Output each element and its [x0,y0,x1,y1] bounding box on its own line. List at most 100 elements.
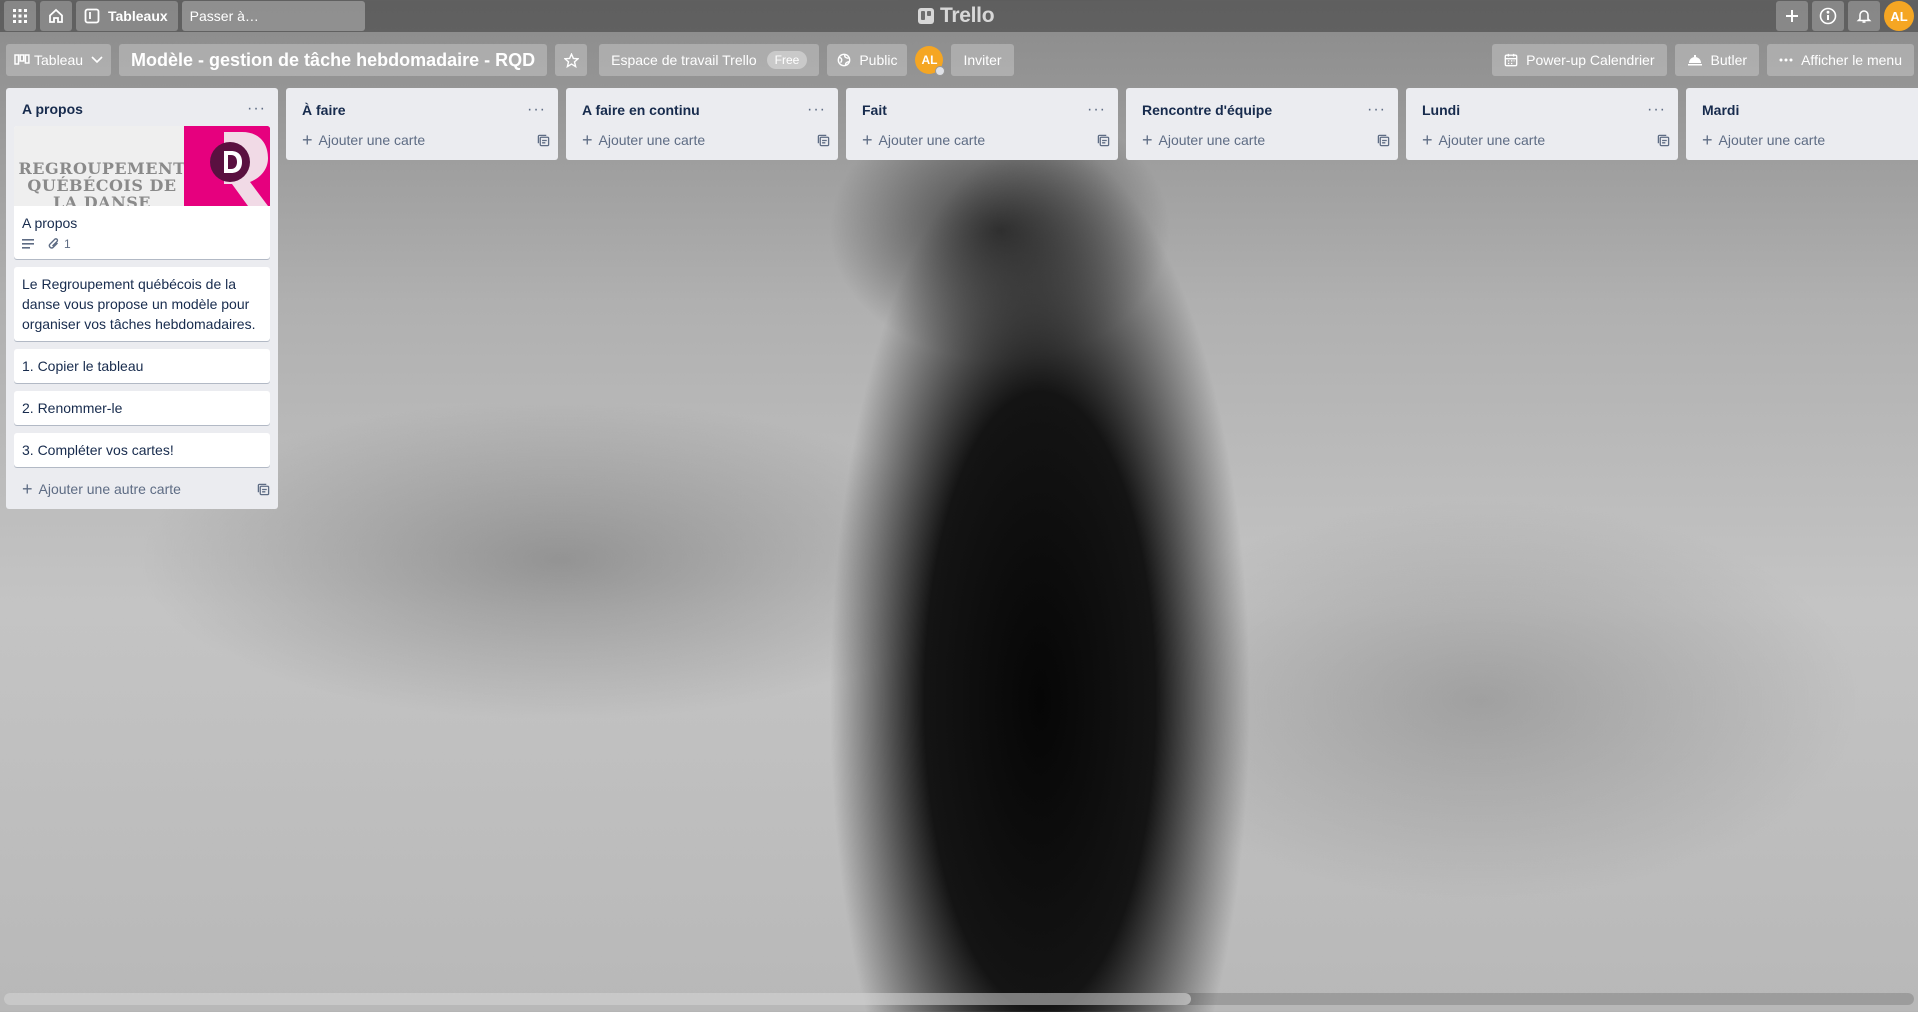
butler-button[interactable]: Butler [1674,44,1760,76]
list-title[interactable]: Fait [862,102,887,118]
card-template-icon[interactable] [817,134,830,147]
board-view-switcher[interactable]: Tableau [6,44,112,76]
calendar-icon [1504,53,1518,67]
list-header[interactable]: A propos ··· [6,88,278,126]
cover-text: REGROUPEMENT QUÉBÉCOIS DE LA DANSE [18,159,186,206]
list-menu-icon[interactable]: ··· [1083,101,1110,119]
card-step-1[interactable]: 1. Copier le tableau [14,349,270,383]
list-menu-icon[interactable]: ··· [243,100,270,118]
card-template-icon[interactable] [1657,134,1670,147]
chevron-down-icon [91,56,103,64]
add-card-left: + Ajouter une carte [302,131,425,149]
visibility-button[interactable]: Public [827,44,908,76]
create-button[interactable] [1776,1,1808,31]
list-menu-icon[interactable]: ··· [1643,101,1670,119]
board-title[interactable]: Modèle - gestion de tâche hebdomadaire -… [119,44,548,76]
search-input[interactable] [189,8,371,24]
workspace-free-badge: Free [766,51,808,69]
card-template-icon[interactable] [537,134,550,147]
list-header[interactable]: A faire en continu ··· [566,88,838,126]
list-header[interactable]: À faire ··· [286,88,558,126]
list-title[interactable]: A propos [22,101,83,117]
card-cover-image: REGROUPEMENT QUÉBÉCOIS DE LA DANSE [14,126,270,206]
attachment-count: 1 [64,237,71,251]
search-box[interactable] [181,1,371,31]
butler-label: Butler [1710,52,1748,68]
plus-icon [1786,10,1798,22]
invite-button[interactable]: Inviter [951,44,1014,76]
plus-icon: + [582,130,593,150]
info-button[interactable] [1812,1,1844,31]
add-card-button[interactable]: + Ajouter une carte [1406,126,1678,156]
add-card-left: + Ajouter une carte [862,131,986,149]
add-card-label: Ajouter une carte [1718,132,1826,148]
add-card-label: Ajouter une carte [878,132,986,148]
board-lists: A propos ··· REGROUPEMENT QUÉBÉCOIS DE L… [6,88,1918,509]
card-template-icon[interactable] [1097,134,1110,147]
list-header[interactable]: Rencontre d'équipe ··· [1126,88,1398,126]
user-avatar[interactable]: AL [1884,1,1914,31]
admin-badge-icon [935,66,946,76]
card-step-3[interactable]: 3. Compléter vos cartes! [14,433,270,467]
list-header[interactable]: Mardi [1686,88,1918,126]
list-menu-icon[interactable]: ··· [1363,101,1390,119]
header-right-actions: AL [1772,0,1914,32]
list-header[interactable]: Fait ··· [846,88,1118,126]
invite-label: Inviter [963,52,1002,68]
list-menu-icon[interactable]: ··· [803,101,830,119]
list-title[interactable]: Lundi [1422,102,1460,118]
show-menu-button[interactable]: Afficher le menu [1767,44,1914,76]
add-card-label: Ajouter une autre carte [38,481,181,497]
trello-logo-text: Trello [940,4,995,27]
list-fait: Fait ··· + Ajouter une carte [846,88,1118,160]
trello-logo-icon [918,8,934,24]
star-icon [563,52,579,68]
board-horizontal-scrollbar[interactable] [4,993,1914,1005]
workspace-button[interactable]: Espace de travail Trello Free [599,44,820,76]
show-menu-label: Afficher le menu [1801,52,1902,68]
add-card-button[interactable]: + Ajouter une carte [566,126,838,156]
list-a-faire-en-continu: A faire en continu ··· + Ajouter une car… [566,88,838,160]
list-title[interactable]: Rencontre d'équipe [1142,102,1272,118]
more-icon [1779,58,1793,62]
add-card-button[interactable]: + Ajouter une carte [1686,126,1918,156]
card-title: 3. Compléter vos cartes! [22,442,174,458]
add-card-button[interactable]: + Ajouter une carte [286,126,558,156]
card-step-2[interactable]: 2. Renommer-le [14,391,270,425]
paperclip-icon [48,238,59,249]
home-button[interactable] [40,1,72,31]
rqd-logo-icon [184,126,270,206]
trello-logo[interactable]: Trello [918,4,995,28]
add-card-button[interactable]: + Ajouter une carte [846,126,1118,156]
board-header: Tableau Modèle - gestion de tâche hebdom… [0,40,1918,80]
list-mardi: Mardi + Ajouter une carte [1686,88,1918,160]
boards-button[interactable]: Tableaux [76,1,178,31]
star-button[interactable] [555,44,588,76]
list-title[interactable]: A faire en continu [582,102,700,118]
apps-grid-button[interactable] [4,1,36,31]
attachment-badge: 1 [48,237,71,251]
list-a-faire: À faire ··· + Ajouter une carte [286,88,558,160]
card-description[interactable]: Le Regroupement québécois de la danse vo… [14,267,270,341]
card-a-propos[interactable]: REGROUPEMENT QUÉBÉCOIS DE LA DANSE A pro… [14,126,270,259]
member-avatar[interactable]: AL [915,46,946,76]
list-title[interactable]: À faire [302,102,346,118]
calendar-powerup-button[interactable]: Power-up Calendrier [1492,44,1667,76]
add-card-button[interactable]: + Ajouter une carte [1126,126,1398,156]
plus-icon: + [1422,130,1433,150]
card-template-icon[interactable] [1377,134,1390,147]
add-another-card-button[interactable]: + Ajouter une autre carte [6,475,278,505]
top-header: Tableaux Trello AL [0,0,1918,32]
list-menu-icon[interactable]: ··· [523,101,550,119]
user-avatar-initials: AL [1890,8,1908,24]
card-template-icon[interactable] [257,483,270,496]
add-card-left: + Ajouter une carte [1422,130,1545,150]
add-card-label: Ajouter une carte [1158,132,1266,148]
notifications-button[interactable] [1848,1,1880,31]
list-lundi: Lundi ··· + Ajouter une carte [1406,88,1678,160]
list-header[interactable]: Lundi ··· [1406,88,1678,126]
description-icon [22,239,34,249]
workspace-label: Espace de travail Trello [611,52,757,68]
list-title[interactable]: Mardi [1702,102,1739,118]
scrollbar-thumb[interactable] [4,993,1191,1005]
